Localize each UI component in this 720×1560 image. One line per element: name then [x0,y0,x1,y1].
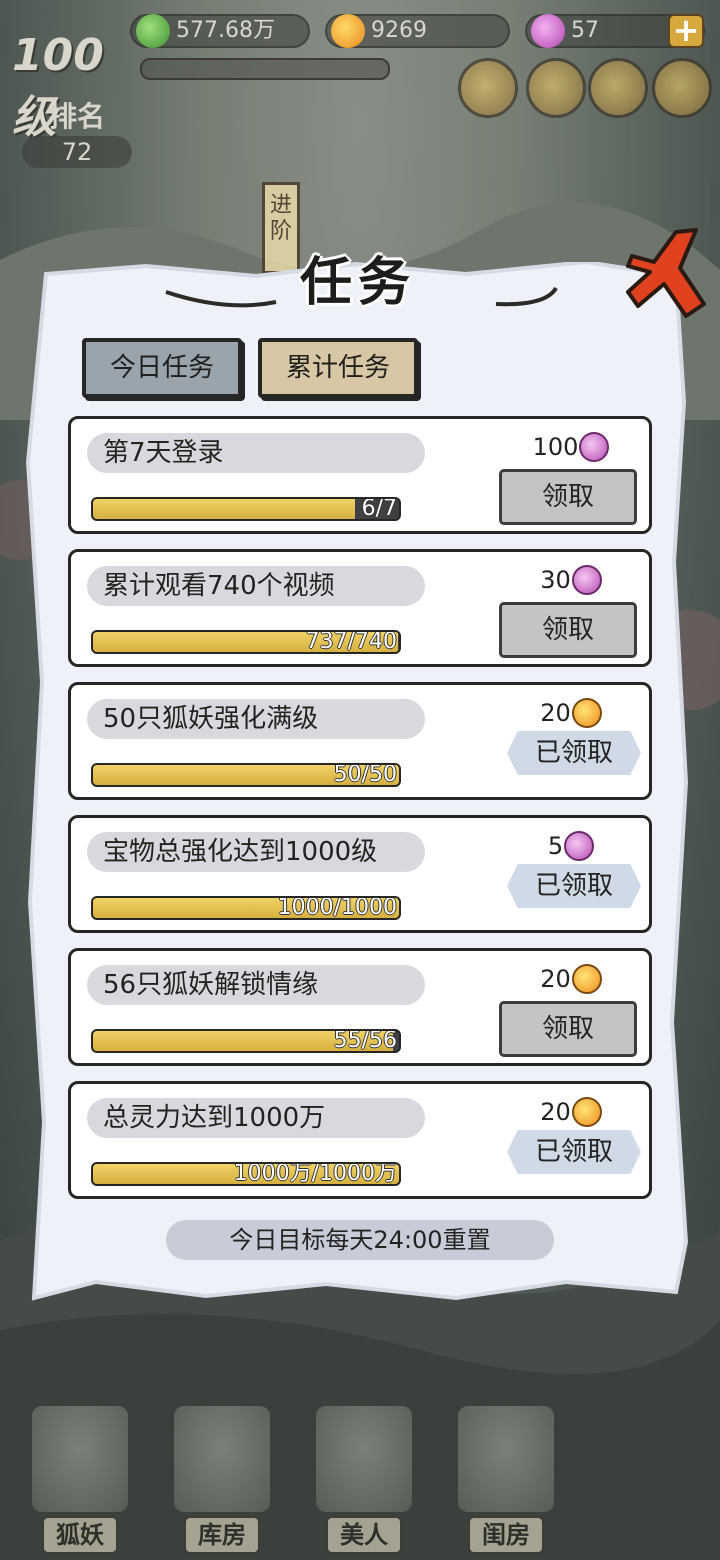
task-progress-text: 6/7 [361,497,397,521]
task-title: 第7天登录 [87,433,425,473]
boudoir-art-icon [458,1406,554,1512]
coin-icon [571,1097,602,1127]
reward-amount: 30 [540,566,571,594]
gem-icon [564,831,595,861]
gift-icon[interactable] [652,58,712,118]
task-progress-bar: 50/50 [91,763,401,787]
task-reward: 20 [511,1092,631,1132]
task-reward: 30 [511,560,631,600]
nav-storehouse-label: 库房 [184,1516,260,1554]
task-title: 50只狐妖强化满级 [87,699,425,739]
exp-bar [140,58,390,80]
task-progress-text: 1000万/1000万 [233,1162,397,1186]
gem-amount: 57 [571,18,599,43]
claim-button[interactable]: 领取 [499,602,637,658]
jade-resource[interactable]: 577.68万 [130,14,310,48]
coin-icon [331,14,365,48]
gem-icon [579,432,610,462]
event-icon[interactable] [458,58,518,118]
nav-beauty-label: 美人 [326,1516,402,1554]
task-title: 累计观看740个视频 [87,566,425,606]
task-title: 56只狐妖解锁情缘 [87,965,425,1005]
claimed-badge: 已领取 [507,731,641,775]
close-icon [626,228,706,318]
task-title: 总灵力达到1000万 [87,1098,425,1138]
nav-boudoir-label: 闺房 [468,1516,544,1554]
dialog-title: 任务 [299,253,416,313]
rank-value: 72 [22,136,132,168]
task-card: 56只狐妖解锁情缘 55/56 20 领取 [68,948,652,1066]
task-card: 总灵力达到1000万 1000万/1000万 20 已领取 [68,1081,652,1199]
claimed-badge: 已领取 [507,1130,641,1174]
reset-note: 今日目标每天24:00重置 [166,1220,554,1260]
nav-beauty[interactable]: 美人 [298,1400,428,1560]
nav-storehouse[interactable]: 库房 [156,1400,286,1560]
task-card: 累计观看740个视频 737/740 30 领取 [68,549,652,667]
gem-icon [571,565,602,595]
task-progress-text: 55/56 [333,1029,397,1053]
coin-icon [571,698,602,728]
tab-daily-tasks[interactable]: 今日任务 [82,338,242,398]
task-title: 宝物总强化达到1000级 [87,832,425,872]
task-progress-bar: 55/56 [91,1029,401,1053]
nav-fox-label: 狐妖 [42,1516,118,1554]
beauty-art-icon [316,1406,412,1512]
task-progress-bar: 1000万/1000万 [91,1162,401,1186]
close-button[interactable] [624,226,708,322]
coin-amount: 9269 [371,18,427,43]
coin-icon [571,964,602,994]
task-progress-text: 737/740 [305,630,397,654]
nav-boudoir[interactable]: 闺房 [440,1400,570,1560]
task-reward: 20 [511,693,631,733]
jade-amount: 577.68万 [176,18,275,43]
chest-icon[interactable] [526,58,586,118]
task-progress-text: 1000/1000 [277,896,397,920]
fox-art-icon [32,1406,128,1512]
reward-amount: 20 [540,1098,571,1126]
task-progress-text: 50/50 [333,763,397,787]
task-progress-bar: 6/7 [91,497,401,521]
player-level: 100级 [12,30,104,143]
nav-fox[interactable]: 狐妖 [14,1400,144,1560]
claimed-badge: 已领取 [507,864,641,908]
task-card: 宝物总强化达到1000级 1000/1000 5 已领取 [68,815,652,933]
gem-icon [531,14,565,48]
bag-art-icon [174,1406,270,1512]
tab-cumulative-tasks[interactable]: 累计任务 [258,338,418,398]
jade-icon [136,14,170,48]
rank-label: 排名 [48,100,105,133]
task-progress-bar: 737/740 [91,630,401,654]
reward-amount: 20 [540,699,571,727]
reward-amount: 20 [540,965,571,993]
task-reward: 20 [511,959,631,999]
task-reward: 100 [511,427,631,467]
task-reward: 5 [511,826,631,866]
task-dialog: 任务 今日任务 累计任务 第7天登录 6/7 100 领取 累计观看740个视频… [26,228,706,1302]
reward-amount: 100 [532,433,579,461]
coin-resource[interactable]: 9269 [325,14,510,48]
task-card: 50只狐妖强化满级 50/50 20 已领取 [68,682,652,800]
reward-amount: 5 [547,832,564,860]
claim-button[interactable]: 领取 [499,1001,637,1057]
task-progress-fill [93,499,356,519]
task-card: 第7天登录 6/7 100 领取 [68,416,652,534]
rank-panel[interactable]: 排名 72 [18,100,136,170]
add-gem-button[interactable]: + [668,14,704,48]
task-progress-bar: 1000/1000 [91,896,401,920]
wheel-icon[interactable] [588,58,648,118]
claim-button[interactable]: 领取 [499,469,637,525]
